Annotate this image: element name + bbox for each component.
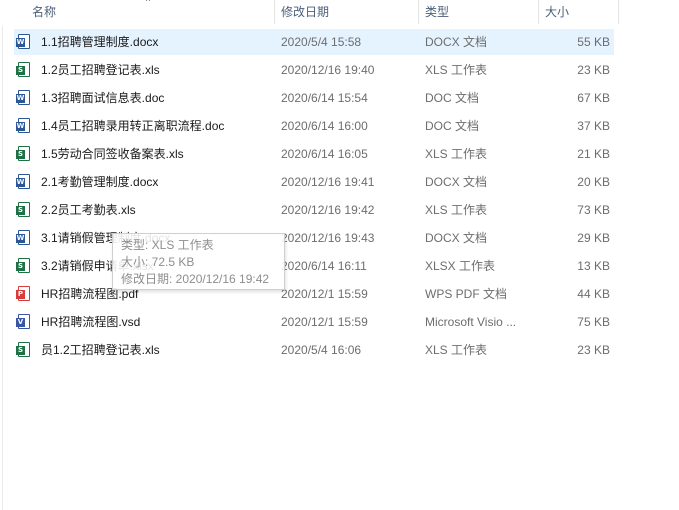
excel-icon: S: [16, 258, 30, 273]
file-modified-date: 2020/5/4 15:58: [281, 35, 362, 49]
file-row[interactable]: W 1.4员工招聘录用转正离职流程.doc 2020/6/14 16:00 DOC 文…: [14, 113, 614, 139]
file-type: DOCX 文档: [425, 231, 488, 245]
file-type: DOCX 文档: [425, 35, 488, 49]
icon-badge: W: [16, 178, 25, 187]
icon-badge: W: [16, 234, 25, 243]
file-type: WPS PDF 文档: [425, 287, 508, 301]
sort-ascending-icon: ^: [146, 0, 151, 6]
file-type: XLSX 工作表: [425, 259, 496, 273]
excel-icon: S: [16, 62, 30, 77]
column-header-size[interactable]: 大小: [539, 0, 618, 24]
file-type: XLS 工作表: [425, 147, 488, 161]
file-type: DOC 文档: [425, 119, 480, 133]
file-row[interactable]: S 员1.2工招聘登记表.xls 2020/5/4 16:06 XLS 工作表 23 K…: [14, 337, 614, 363]
file-size: 13 KB: [577, 259, 610, 273]
file-info-tooltip: 类型: XLS 工作表 大小: 72.5 KB 修改日期: 2020/12/16…: [112, 233, 285, 290]
file-name: 1.3招聘面试信息表.doc: [41, 91, 165, 105]
file-size: 67 KB: [577, 91, 610, 105]
file-size: 29 KB: [577, 231, 610, 245]
word-icon: W: [16, 118, 30, 133]
file-modified-date: 2020/12/16 19:41: [281, 175, 375, 189]
file-row[interactable]: S 2.2员工考勤表.xls 2020/12/16 19:42 XLS 工作表 73 K…: [14, 197, 614, 223]
pdf-icon: P: [16, 286, 30, 301]
excel-icon: S: [16, 202, 30, 217]
file-modified-date: 2020/12/16 19:42: [281, 203, 375, 217]
file-modified-date: 2020/6/14 16:11: [281, 259, 367, 273]
file-size: 21 KB: [577, 147, 610, 161]
file-row[interactable]: W 3.1请销假管理制度.docx 2020/12/16 19:43 DOCX 文档 2…: [14, 225, 614, 251]
icon-badge: S: [16, 262, 25, 271]
file-type: XLS 工作表: [425, 203, 488, 217]
file-name: 1.4员工招聘录用转正离职流程.doc: [41, 119, 225, 133]
word-icon: W: [16, 90, 30, 105]
visio-icon: V: [16, 314, 30, 329]
word-icon: W: [16, 174, 30, 189]
icon-badge: S: [16, 150, 25, 159]
file-name: 2.1考勤管理制度.docx: [41, 175, 159, 189]
file-row[interactable]: S 1.2员工招聘登记表.xls 2020/12/16 19:40 XLS 工作表 23…: [14, 57, 614, 83]
file-size: 37 KB: [577, 119, 610, 133]
word-icon: W: [16, 230, 30, 245]
file-name: 2.2员工考勤表.xls: [41, 203, 136, 217]
file-size: 73 KB: [577, 203, 610, 217]
file-modified-date: 2020/5/4 16:06: [281, 343, 362, 357]
file-name: HR招聘流程图.vsd: [41, 315, 141, 329]
column-header: 名称 ^ 修改日期 类型 大小: [0, 0, 679, 26]
file-name: 1.2员工招聘登记表.xls: [41, 63, 160, 77]
file-row[interactable]: S 3.2请销假申请单.xlsx 2020/6/14 16:11 XLSX 工作表 13…: [14, 253, 614, 279]
file-size: 55 KB: [577, 35, 610, 49]
column-header-type[interactable]: 类型: [419, 0, 538, 24]
file-type: DOC 文档: [425, 91, 480, 105]
icon-badge: W: [16, 38, 25, 47]
file-size: 23 KB: [577, 343, 610, 357]
file-modified-date: 2020/12/1 15:59: [281, 315, 368, 329]
file-row[interactable]: W 1.1招聘管理制度.docx 2020/5/4 15:58 DOCX 文档 55 K…: [14, 29, 614, 55]
file-row[interactable]: P HR招聘流程图.pdf 2020/12/1 15:59 WPS PDF 文档 44 …: [14, 281, 614, 307]
icon-badge: W: [16, 94, 25, 103]
word-icon: W: [16, 34, 30, 49]
file-modified-date: 2020/12/1 15:59: [281, 287, 368, 301]
tooltip-type: 类型: XLS 工作表: [121, 238, 214, 252]
file-type: XLS 工作表: [425, 63, 488, 77]
icon-badge: V: [16, 318, 25, 327]
file-row[interactable]: V HR招聘流程图.vsd 2020/12/1 15:59 Microsoft Vis…: [14, 309, 614, 335]
file-size: 44 KB: [577, 287, 610, 301]
pane-border: [2, 26, 3, 510]
file-name: 1.1招聘管理制度.docx: [41, 35, 159, 49]
file-size: 23 KB: [577, 63, 610, 77]
file-modified-date: 2020/6/14 16:00: [281, 119, 368, 133]
icon-badge: S: [16, 346, 25, 355]
file-name: 员1.2工招聘登记表.xls: [41, 343, 160, 357]
column-header-date[interactable]: 修改日期: [275, 0, 418, 24]
file-row[interactable]: W 1.3招聘面试信息表.doc 2020/6/14 15:54 DOC 文档 67 K…: [14, 85, 614, 111]
tooltip-date: 修改日期: 2020/12/16 19:42: [121, 272, 270, 286]
file-modified-date: 2020/6/14 16:05: [281, 147, 368, 161]
tooltip-size: 大小: 72.5 KB: [121, 255, 195, 269]
file-modified-date: 2020/6/14 15:54: [281, 91, 368, 105]
file-row[interactable]: W 2.1考勤管理制度.docx 2020/12/16 19:41 DOCX 文档 20…: [14, 169, 614, 195]
file-type: Microsoft Visio ...: [425, 315, 517, 329]
excel-icon: S: [16, 146, 30, 161]
column-divider[interactable]: [618, 0, 619, 24]
file-name: 1.5劳动合同签收备案表.xls: [41, 147, 184, 161]
file-size: 75 KB: [577, 315, 610, 329]
file-size: 20 KB: [577, 175, 610, 189]
file-row[interactable]: S 1.5劳动合同签收备案表.xls 2020/6/14 16:05 XLS 工作表 2…: [14, 141, 614, 167]
icon-badge: P: [16, 290, 25, 299]
icon-badge: W: [16, 122, 25, 131]
excel-icon: S: [16, 342, 30, 357]
file-type: DOCX 文档: [425, 175, 488, 189]
icon-badge: S: [16, 66, 25, 75]
file-type: XLS 工作表: [425, 343, 488, 357]
file-modified-date: 2020/12/16 19:43: [281, 231, 375, 245]
file-modified-date: 2020/12/16 19:40: [281, 63, 375, 77]
icon-badge: S: [16, 206, 25, 215]
